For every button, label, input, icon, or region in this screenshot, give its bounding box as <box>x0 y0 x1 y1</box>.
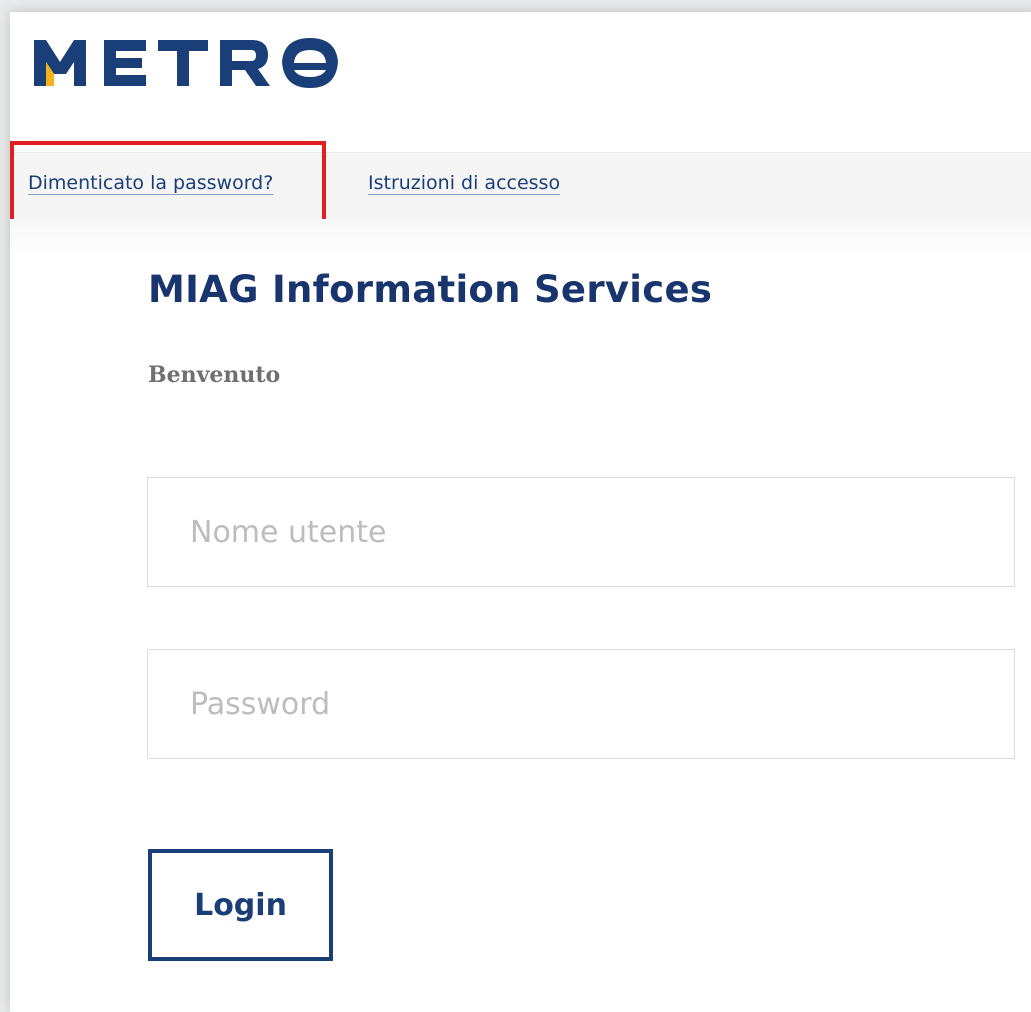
metro-logo-icon <box>34 38 338 88</box>
password-input[interactable] <box>147 649 1015 759</box>
welcome-text: Benvenuto <box>148 362 281 388</box>
login-window: Dimenticato la password? Istruzioni di a… <box>10 12 1031 1012</box>
username-input[interactable] <box>147 477 1015 587</box>
access-instructions-link[interactable]: Istruzioni di accesso <box>368 172 560 194</box>
login-button[interactable]: Login <box>148 849 333 961</box>
page-header <box>10 12 1031 152</box>
forgot-password-link[interactable]: Dimenticato la password? <box>28 172 273 194</box>
page-title: MIAG Information Services <box>148 268 713 311</box>
metro-logo <box>32 34 342 90</box>
